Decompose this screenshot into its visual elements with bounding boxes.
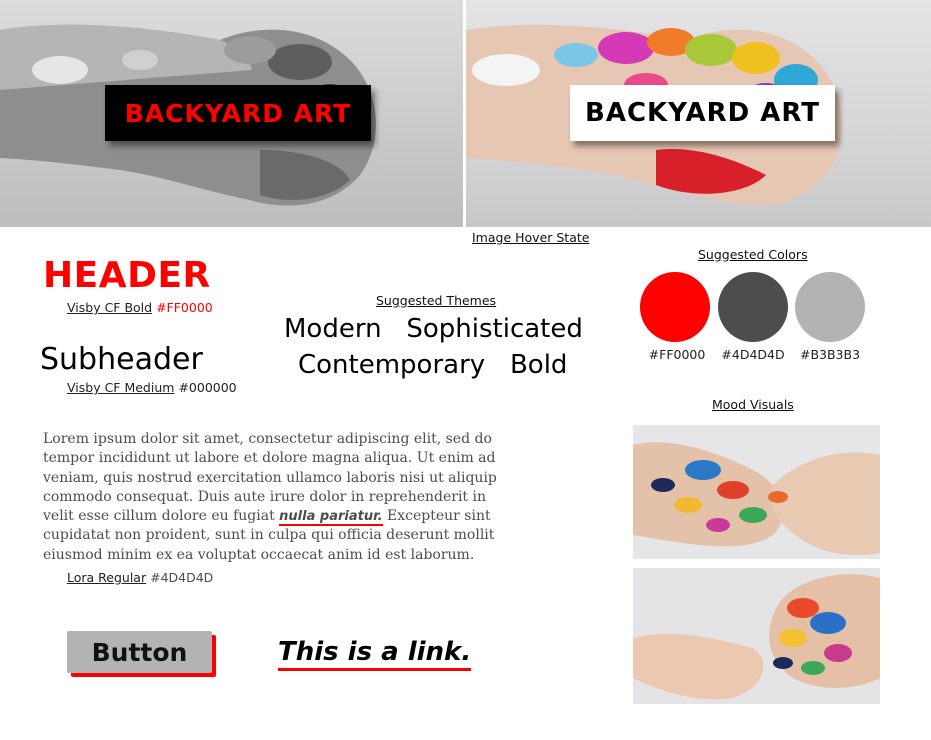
theme-bold: Bold [509,350,568,380]
swatch-dark-gray-label: #4D4D4D [721,347,785,362]
subheader-spec: Visby CF Medium #000000 [67,380,237,395]
subheader-color-code: #000000 [178,380,237,395]
swatch-red [640,272,710,342]
body-paragraph: Lorem ipsum dolor sit amet, consectetur … [43,430,503,565]
swatch-light-gray-label: #B3B3B3 [799,347,861,362]
theme-modern: Modern [284,314,382,344]
hero-image-hover[interactable]: BACKYARD ART [466,0,931,227]
hero-title-default: BACKYARD ART [105,85,371,141]
theme-sophisticated: Sophisticated [406,314,583,344]
themes-title: Suggested Themes [376,293,497,308]
painted-hands-image-1 [633,442,880,555]
colors-title: Suggested Colors [698,247,808,262]
body-color-code: #4D4D4D [150,570,214,585]
hero-image-default[interactable]: BACKYARD ART [0,0,463,227]
painted-hands-image-2 [633,574,880,700]
inline-link[interactable]: nulla pariatur. [279,509,383,527]
themes-line-2: Contemporary Bold [298,350,567,380]
hero-title-hover: BACKYARD ART [570,85,835,141]
subheader-font-name: Visby CF Medium [67,380,175,395]
header-sample: HEADER [43,255,211,296]
header-spec: Visby CF Bold #FF0000 [67,300,213,315]
swatch-red-label: #FF0000 [648,347,706,362]
mood-image-1 [633,425,880,559]
mood-image-2 [633,568,880,704]
body-spec: Lora Regular #4D4D4D [67,570,213,585]
swatch-dark-gray [718,272,788,342]
sample-button[interactable]: Button [67,631,212,673]
sample-link[interactable]: This is a link. [278,636,472,671]
mood-title: Mood Visuals [712,397,794,412]
body-font-name: Lora Regular [67,570,147,585]
header-font-name: Visby CF Bold [67,300,153,315]
theme-contemporary: Contemporary [298,350,486,380]
themes-line-1: Modern Sophisticated [284,314,583,344]
subheader-sample: Subheader [40,342,203,377]
swatch-light-gray [795,272,865,342]
hover-state-caption: Image Hover State [472,230,590,245]
header-color-code: #FF0000 [156,300,213,315]
